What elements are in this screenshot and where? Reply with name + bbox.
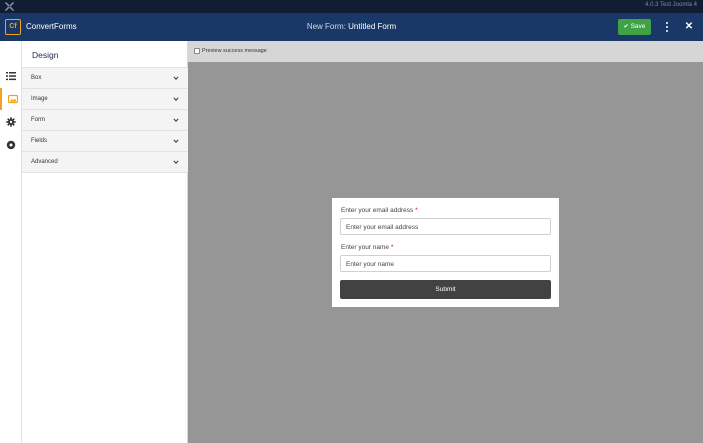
form-preview: Enter your email address * Enter your em… <box>332 198 559 307</box>
chevron-down-icon <box>173 139 179 143</box>
form-title-name[interactable]: Untitled Form <box>348 22 396 31</box>
app-header: Cf ConvertForms New Form: Untitled Form … <box>0 13 703 41</box>
email-placeholder: Enter your email address <box>346 224 419 231</box>
form-title: New Form: Untitled Form <box>0 22 703 31</box>
name-label: Enter your name * <box>341 244 393 251</box>
panel-title: Design <box>32 50 59 60</box>
close-icon[interactable]: ✕ <box>683 19 695 35</box>
required-mark: * <box>415 207 418 214</box>
save-label: Save <box>630 23 646 30</box>
name-field[interactable]: Enter your name <box>340 255 551 272</box>
email-field[interactable]: Enter your email address <box>340 218 551 235</box>
section-box[interactable]: Box <box>22 68 188 89</box>
section-label: Advanced <box>31 159 58 165</box>
circle-dot-icon <box>6 140 16 150</box>
email-label: Enter your email address * <box>341 207 418 214</box>
chevron-down-icon <box>173 160 179 164</box>
section-form[interactable]: Form <box>22 110 188 131</box>
preview-success-checkbox[interactable] <box>194 48 200 54</box>
name-label-text: Enter your name <box>341 244 390 251</box>
system-bar: 4.0.3 Test Joomla 4 <box>0 0 703 13</box>
rail-item-integrations[interactable] <box>0 134 22 156</box>
section-image[interactable]: Image <box>22 89 188 110</box>
more-options-icon[interactable] <box>663 20 671 34</box>
gear-icon <box>6 117 16 127</box>
design-icon <box>8 94 18 104</box>
chevron-down-icon <box>173 97 179 101</box>
chevron-down-icon <box>173 118 179 122</box>
name-placeholder: Enter your name <box>346 261 395 268</box>
submit-button[interactable]: Submit <box>340 280 551 299</box>
list-icon <box>6 72 16 81</box>
save-button[interactable]: ✔ Save <box>618 19 651 35</box>
chevron-down-icon <box>173 76 179 80</box>
icon-rail <box>0 41 22 443</box>
email-label-text: Enter your email address <box>341 207 414 214</box>
section-advanced[interactable]: Advanced <box>22 152 188 173</box>
section-label: Image <box>31 96 48 102</box>
section-label: Fields <box>31 138 48 144</box>
check-icon: ✔ <box>623 24 629 30</box>
section-label: Form <box>31 117 45 123</box>
joomla-icon[interactable] <box>5 2 14 11</box>
section-fields[interactable]: Fields <box>22 131 188 152</box>
rail-item-fields[interactable] <box>0 65 22 87</box>
version-label: 4.0.3 Test Joomla 4 <box>645 2 697 8</box>
design-panel: Design Box Image Form Fields Advanced <box>22 41 188 443</box>
design-sections: Box Image Form Fields Advanced <box>22 67 188 173</box>
preview-success-label[interactable]: Preview success message <box>202 48 267 54</box>
form-title-prefix: New Form: <box>306 22 349 31</box>
rail-item-design[interactable] <box>0 88 22 110</box>
section-label: Box <box>31 75 42 81</box>
preview-toolbar: Preview success message <box>188 41 703 62</box>
rail-item-settings[interactable] <box>0 111 22 133</box>
required-mark: * <box>390 244 394 251</box>
